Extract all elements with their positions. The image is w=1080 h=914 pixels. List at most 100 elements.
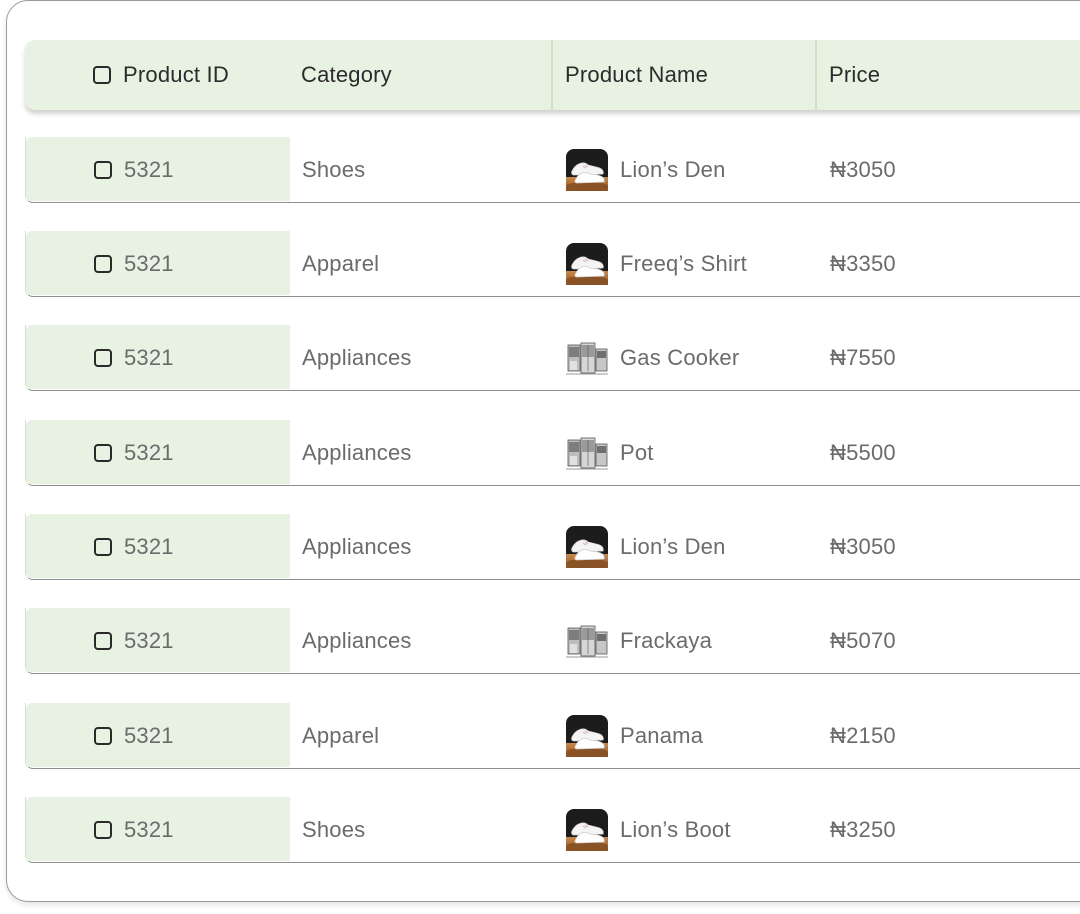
select-all-checkbox[interactable] [93,66,111,84]
category-cell: Appliances [302,420,412,486]
price-cell: ₦5070 [830,608,896,674]
row-checkbox[interactable] [94,255,112,273]
price-cell: ₦7550 [830,325,896,391]
product-name-cell: Panama [566,703,703,769]
price-value: ₦3350 [830,251,896,276]
product-name-value: Freeq’s Shirt [620,251,747,276]
price-cell: ₦3350 [830,231,896,297]
product-name-cell: Pot [566,420,654,486]
price-cell: ₦2150 [830,703,896,769]
category-cell: Shoes [302,797,365,863]
row-checkbox[interactable] [94,161,112,179]
table-row[interactable]: 5321 Shoes Lion’s Den ₦3050 [25,137,1080,203]
product-id-value: 5321 [124,157,174,182]
product-name-value: Pot [620,440,654,465]
category-value: Apparel [302,251,380,276]
product-id-cell-content: 5321 [94,608,174,674]
product-id-cell-content: 5321 [94,797,174,863]
product-name-cell: Lion’s Boot [566,797,731,863]
price-value: ₦2150 [830,723,896,748]
product-id-cell-content: 5321 [94,231,174,297]
price-value: ₦5500 [830,440,896,465]
product-id-value: 5321 [124,723,174,748]
row-checkbox[interactable] [94,444,112,462]
price-value: ₦3050 [830,157,896,182]
product-id-cell-content: 5321 [94,514,174,580]
category-cell: Appliances [302,325,412,391]
table-row[interactable]: 5321 Appliances Gas Cooker ₦7550 [25,325,1080,391]
product-name-cell: Frackaya [566,608,712,674]
table-row[interactable]: 5321 Shoes Lion’s Boot ₦3250 [25,797,1080,863]
header-product-id[interactable]: Product ID [93,40,229,110]
row-checkbox[interactable] [94,727,112,745]
category-value: Appliances [302,534,412,559]
table-header: Product ID Category Product Name Price [25,40,1080,110]
product-id-cell-content: 5321 [94,420,174,486]
sneaker-icon [566,243,608,285]
category-value: Appliances [302,345,412,370]
product-name-cell: Lion’s Den [566,137,726,203]
row-checkbox[interactable] [94,821,112,839]
price-cell: ₦3050 [830,137,896,203]
sneaker-icon [566,809,608,851]
header-category-label: Category [301,62,392,87]
price-value: ₦3250 [830,817,896,842]
product-id-value: 5321 [124,440,174,465]
product-id-cell-content: 5321 [94,325,174,391]
category-value: Appliances [302,628,412,653]
category-value: Apparel [302,723,380,748]
category-value: Shoes [302,157,366,182]
category-cell: Shoes [302,137,365,203]
appliances-icon [566,432,608,474]
product-name-cell: Lion’s Den [566,514,726,580]
product-name-value: Lion’s Den [620,157,726,182]
product-id-value: 5321 [124,345,174,370]
table-row[interactable]: 5321 Appliances Pot ₦5500 [25,420,1080,486]
product-name-value: Gas Cooker [620,345,740,370]
price-value: ₦5070 [830,628,896,653]
header-product-id-label: Product ID [123,62,229,87]
column-divider [551,40,553,110]
table-row[interactable]: 5321 Appliances Lion’s Den ₦3050 [25,514,1080,580]
header-product-name[interactable]: Product Name [565,40,708,110]
product-id-value: 5321 [124,817,174,842]
category-value: Shoes [302,817,366,842]
price-cell: ₦5500 [830,420,896,486]
product-id-value: 5321 [124,251,174,276]
table-row[interactable]: 5321 Appliances Frackaya ₦5070 [25,608,1080,674]
category-cell: Apparel [302,231,379,297]
product-name-cell: Gas Cooker [566,325,739,391]
product-name-value: Lion’s Den [620,534,726,559]
price-value: ₦7550 [830,345,896,370]
row-checkbox[interactable] [94,632,112,650]
header-product-name-label: Product Name [565,62,709,87]
price-cell: ₦3050 [830,514,896,580]
row-checkbox[interactable] [94,538,112,556]
row-checkbox[interactable] [94,349,112,367]
header-category[interactable]: Category [301,40,392,110]
product-name-value: Lion’s Boot [620,817,731,842]
appliances-icon [566,337,608,379]
sneaker-icon [566,715,608,757]
header-price[interactable]: Price [829,40,880,110]
sneaker-icon [566,149,608,191]
product-name-value: Frackaya [620,628,713,653]
price-value: ₦3050 [830,534,896,559]
category-cell: Apparel [302,703,379,769]
product-id-cell-content: 5321 [94,137,174,203]
category-value: Appliances [302,440,412,465]
category-cell: Appliances [302,608,412,674]
sneaker-icon [566,526,608,568]
product-id-cell-content: 5321 [94,703,174,769]
appliances-icon [566,620,608,662]
table-row[interactable]: 5321 Apparel Panama ₦2150 [25,703,1080,769]
product-id-value: 5321 [124,628,174,653]
product-id-value: 5321 [124,534,174,559]
product-name-cell: Freeq’s Shirt [566,231,747,297]
price-cell: ₦3250 [830,797,896,863]
product-name-value: Panama [620,723,704,748]
category-cell: Appliances [302,514,412,580]
header-price-label: Price [829,62,881,87]
table-row[interactable]: 5321 Apparel Freeq’s Shirt ₦3350 [25,231,1080,297]
column-divider [815,40,817,110]
